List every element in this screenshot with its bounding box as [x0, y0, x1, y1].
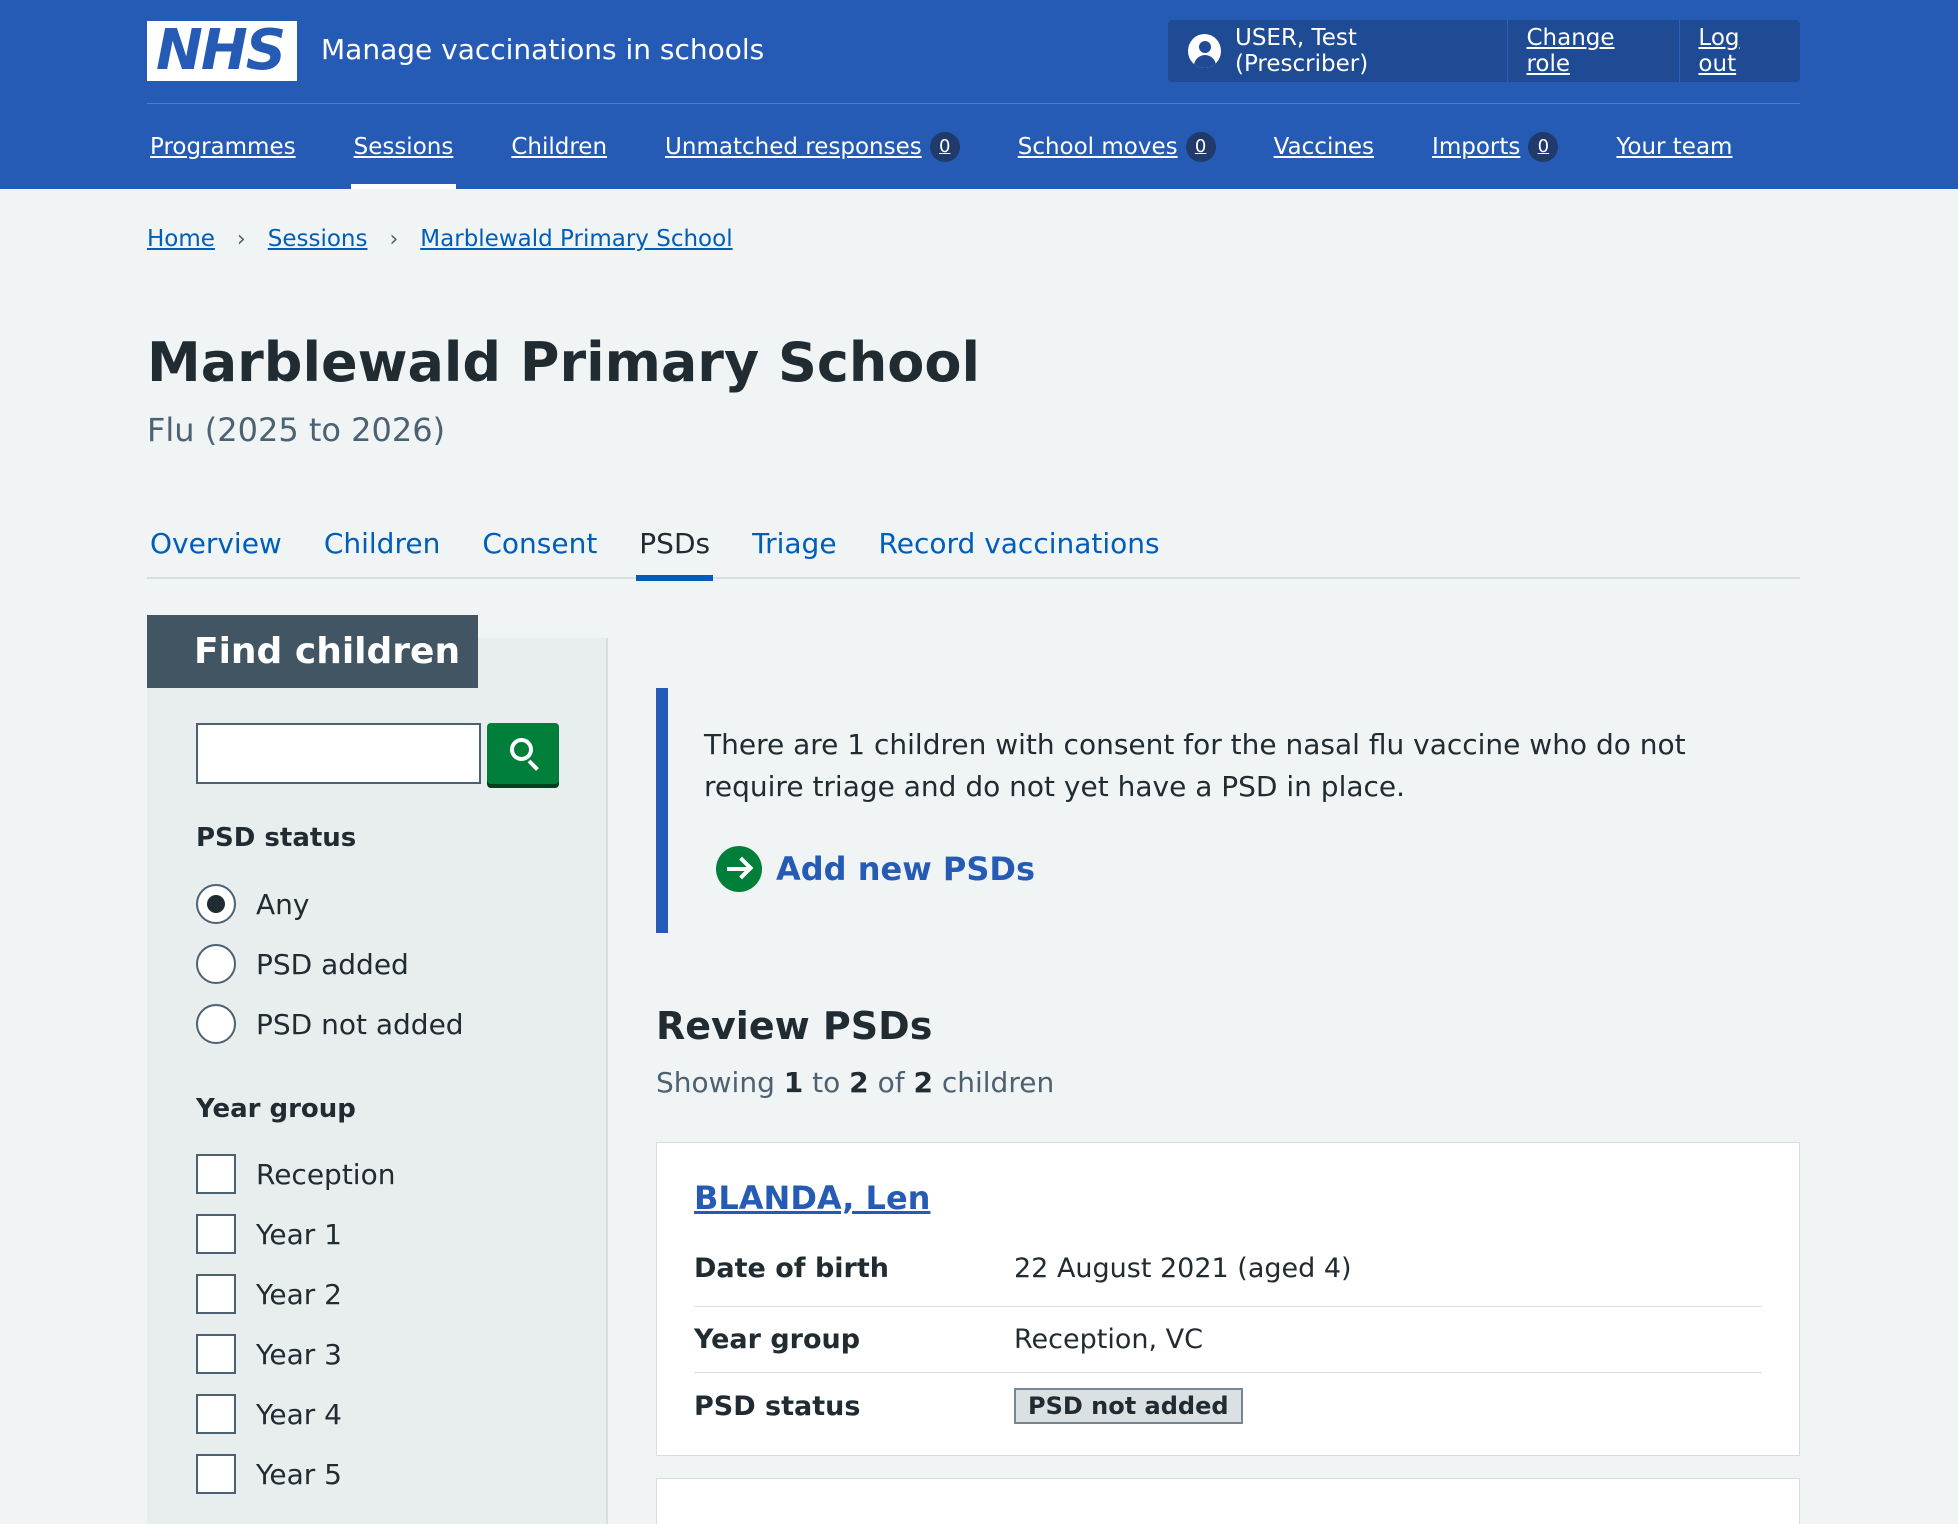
checkbox[interactable]	[196, 1154, 236, 1194]
inset-text: There are 1 children with consent for th…	[656, 688, 1800, 933]
nav-item-imports[interactable]: Imports 0	[1429, 104, 1561, 189]
nav-item-sessions[interactable]: Sessions	[350, 104, 457, 189]
account-bar: USER, Test (Prescriber) Change role Log …	[1168, 20, 1800, 82]
nav-item-vaccines[interactable]: Vaccines	[1271, 104, 1377, 189]
summary-row-dob: Date of birth 22 August 2021 (aged 4)	[694, 1241, 1762, 1307]
psd-status-legend: PSD status	[196, 823, 357, 853]
checkbox-reception[interactable]: Reception	[196, 1154, 395, 1194]
page-title: Marblewald Primary School	[147, 331, 980, 394]
nav-item-school-moves[interactable]: School moves 0	[1015, 104, 1219, 189]
inset-message: There are 1 children with consent for th…	[704, 728, 1686, 803]
checkbox-year-1[interactable]: Year 1	[196, 1214, 342, 1254]
breadcrumb-school[interactable]: Marblewald Primary School	[420, 226, 732, 252]
change-role-link[interactable]: Change role	[1508, 20, 1681, 82]
nav-item-children[interactable]: Children	[508, 104, 610, 189]
summary-row-psd-status: PSD status PSD not added	[694, 1373, 1762, 1439]
tab-triage[interactable]: Triage	[749, 507, 839, 579]
checkbox[interactable]	[196, 1334, 236, 1374]
checkbox[interactable]	[196, 1454, 236, 1494]
checkbox[interactable]	[196, 1214, 236, 1254]
page-caption: Flu (2025 to 2026)	[147, 411, 446, 449]
nav-item-your-team[interactable]: Your team	[1613, 104, 1735, 189]
tab-children[interactable]: Children	[321, 507, 444, 579]
review-heading: Review PSDs	[656, 1004, 933, 1048]
year-group-legend: Year group	[196, 1094, 356, 1124]
breadcrumb-home[interactable]: Home	[147, 226, 215, 252]
checkbox[interactable]	[196, 1394, 236, 1434]
checkbox[interactable]	[196, 1274, 236, 1314]
radio-any[interactable]: Any	[196, 884, 309, 924]
radio-button[interactable]	[196, 884, 236, 924]
account-user: USER, Test (Prescriber)	[1168, 20, 1509, 82]
session-tabs: Overview Children Consent PSDs Triage Re…	[147, 507, 1800, 581]
add-new-psds-link[interactable]: Add new PSDs	[716, 846, 1035, 892]
filter-heading: Find children	[147, 615, 478, 688]
count-badge: 0	[929, 131, 960, 162]
nav-item-unmatched-responses[interactable]: Unmatched responses 0	[662, 104, 963, 189]
chevron-right-icon: ›	[389, 226, 399, 252]
checkbox-year-2[interactable]: Year 2	[196, 1274, 342, 1314]
tab-overview[interactable]: Overview	[147, 507, 285, 579]
count-badge: 0	[1185, 131, 1216, 162]
radio-button[interactable]	[196, 1004, 236, 1044]
breadcrumb: Home › Sessions › Marblewald Primary Sch…	[147, 226, 733, 252]
user-icon	[1188, 34, 1221, 68]
tab-consent[interactable]: Consent	[479, 507, 600, 579]
checkbox-year-4[interactable]: Year 4	[196, 1394, 342, 1434]
status-badge: PSD not added	[1014, 1388, 1243, 1424]
site-header: NHS Manage vaccinations in schools USER,…	[0, 0, 1958, 189]
radio-psd-not-added[interactable]: PSD not added	[196, 1004, 464, 1044]
log-out-link[interactable]: Log out	[1680, 20, 1800, 82]
chevron-right-icon: ›	[236, 226, 246, 252]
service-name[interactable]: Manage vaccinations in schools	[321, 32, 764, 68]
nhs-logo[interactable]: NHS	[147, 21, 297, 81]
checkbox-year-5[interactable]: Year 5	[196, 1454, 342, 1494]
primary-nav: Programmes Sessions Children Unmatched r…	[147, 104, 1787, 189]
search-input[interactable]	[196, 723, 481, 784]
search-button[interactable]	[487, 723, 559, 784]
breadcrumb-sessions[interactable]: Sessions	[268, 226, 368, 252]
child-card	[656, 1478, 1800, 1524]
summary-row-year-group: Year group Reception, VC	[694, 1307, 1762, 1373]
checkbox-year-3[interactable]: Year 3	[196, 1334, 342, 1374]
tab-psds[interactable]: PSDs	[636, 507, 713, 581]
arrow-right-circle-icon	[716, 846, 762, 892]
child-name-link[interactable]: BLANDA, Len	[694, 1179, 930, 1217]
nav-item-programmes[interactable]: Programmes	[147, 104, 299, 189]
radio-button[interactable]	[196, 944, 236, 984]
account-user-name: USER, Test (Prescriber)	[1234, 25, 1369, 77]
results-count: Showing 1 to 2 of 2 children	[656, 1066, 1055, 1099]
count-badge: 0	[1528, 131, 1559, 162]
radio-psd-added[interactable]: PSD added	[196, 944, 409, 984]
child-card: BLANDA, Len Date of birth 22 August 2021…	[656, 1142, 1800, 1456]
tab-record-vaccinations[interactable]: Record vaccinations	[876, 507, 1163, 579]
